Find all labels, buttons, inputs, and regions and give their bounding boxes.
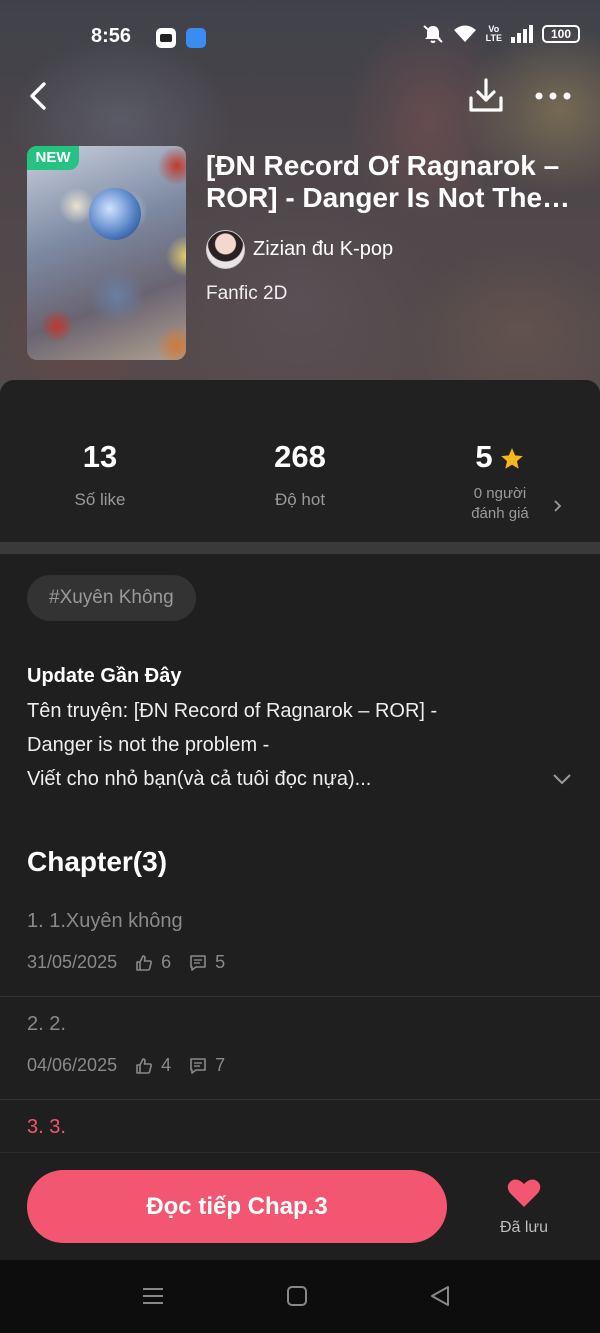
more-options-icon[interactable]: [532, 80, 574, 112]
expand-chevron-icon[interactable]: [551, 772, 573, 786]
battery-icon: 100: [542, 25, 580, 43]
status-time: 8:56: [91, 25, 132, 47]
notification-app-icon-2: [186, 28, 206, 48]
chapter-list-heading: Chapter(3): [27, 846, 168, 877]
like-icon: [136, 1057, 153, 1074]
chapter-date: 04/06/2025: [27, 1055, 118, 1075]
signal-icon: [511, 25, 533, 43]
chapter-title: 3. 3.: [27, 1116, 66, 1138]
chapter-comment-count: 5: [215, 952, 226, 972]
heart-icon: [507, 1179, 541, 1207]
back-arrow-icon[interactable]: [22, 78, 58, 114]
tag-chip[interactable]: #Xuyên Không: [27, 575, 196, 621]
story-title: [ĐN Record Of Ragnarok – ROR] - Danger I…: [206, 150, 560, 213]
chapter-like-count: 4: [161, 1055, 172, 1075]
story-cover-image[interactable]: [27, 146, 186, 360]
saved-label: Đã lưu: [499, 1219, 549, 1236]
chapter-title: 2. 2.: [27, 1013, 66, 1035]
author-avatar[interactable]: [206, 230, 245, 269]
continue-reading-button[interactable]: Đọc tiếp Chap.3: [27, 1170, 447, 1243]
chapter-comment-count: 7: [215, 1055, 226, 1075]
rating-value: 5: [475, 439, 493, 474]
chapter-date: 31/05/2025: [27, 952, 118, 972]
chapter-row[interactable]: 2. 2. 04/06/2025 4 7: [0, 997, 600, 1100]
chapter-meta: 04/06/2025 4 7: [27, 1055, 225, 1076]
notification-app-icon: [156, 28, 176, 48]
status-icons: Vo LTE 100: [422, 24, 580, 44]
hot-label: Độ hot: [274, 490, 326, 509]
section-divider: [0, 542, 600, 554]
hot-value: 268: [274, 439, 326, 474]
author-row[interactable]: Zizian đu K-pop: [206, 230, 393, 269]
rating-count-label: 0 người đánh giá: [471, 485, 529, 522]
author-name[interactable]: Zizian đu K-pop: [253, 238, 393, 261]
chevron-right-icon[interactable]: [551, 498, 563, 514]
cover-globe-art: [89, 188, 141, 240]
system-back-icon[interactable]: [428, 1284, 452, 1308]
home-icon[interactable]: [286, 1285, 308, 1307]
new-badge: NEW: [27, 146, 79, 170]
like-icon: [136, 954, 153, 971]
update-line-2: Danger is not the problem -: [27, 734, 270, 756]
chapter-title: 1. 1.Xuyên không: [27, 910, 183, 932]
likes-label: Số like: [74, 490, 126, 509]
saved-button[interactable]: Đã lưu: [490, 1178, 558, 1237]
status-bar: 8:56 Vo LTE 100: [0, 0, 600, 76]
comment-icon: [190, 954, 206, 971]
system-navigation-bar: [0, 1260, 600, 1333]
likes-stat: 13 Số like: [0, 438, 200, 510]
likes-value: 13: [82, 439, 118, 474]
mute-icon: [422, 25, 443, 43]
wifi-icon: [453, 25, 476, 42]
star-icon: [500, 447, 523, 469]
chapter-like-count: 6: [161, 952, 172, 972]
download-icon[interactable]: [466, 76, 506, 116]
story-category: Fanfic 2D: [206, 283, 288, 304]
chapter-meta: 31/05/2025 6 5: [27, 952, 225, 973]
volte-indicator: Vo LTE: [485, 24, 502, 43]
update-heading: Update Gần Đây: [27, 665, 182, 687]
rating-stat[interactable]: 5 0 người đánh giá: [400, 438, 600, 524]
update-line-1: Tên truyện: [ĐN Record of Ragnarok – ROR…: [27, 700, 438, 722]
comment-icon: [190, 1057, 206, 1074]
update-line-3: Viết cho nhỏ bạn(và cả tuôi đọc nựa)...: [27, 768, 372, 790]
hot-stat: 268 Độ hot: [200, 438, 400, 510]
recent-apps-icon[interactable]: [141, 1284, 165, 1308]
chapter-row[interactable]: 1. 1.Xuyên không 31/05/2025 6 5: [0, 894, 600, 997]
